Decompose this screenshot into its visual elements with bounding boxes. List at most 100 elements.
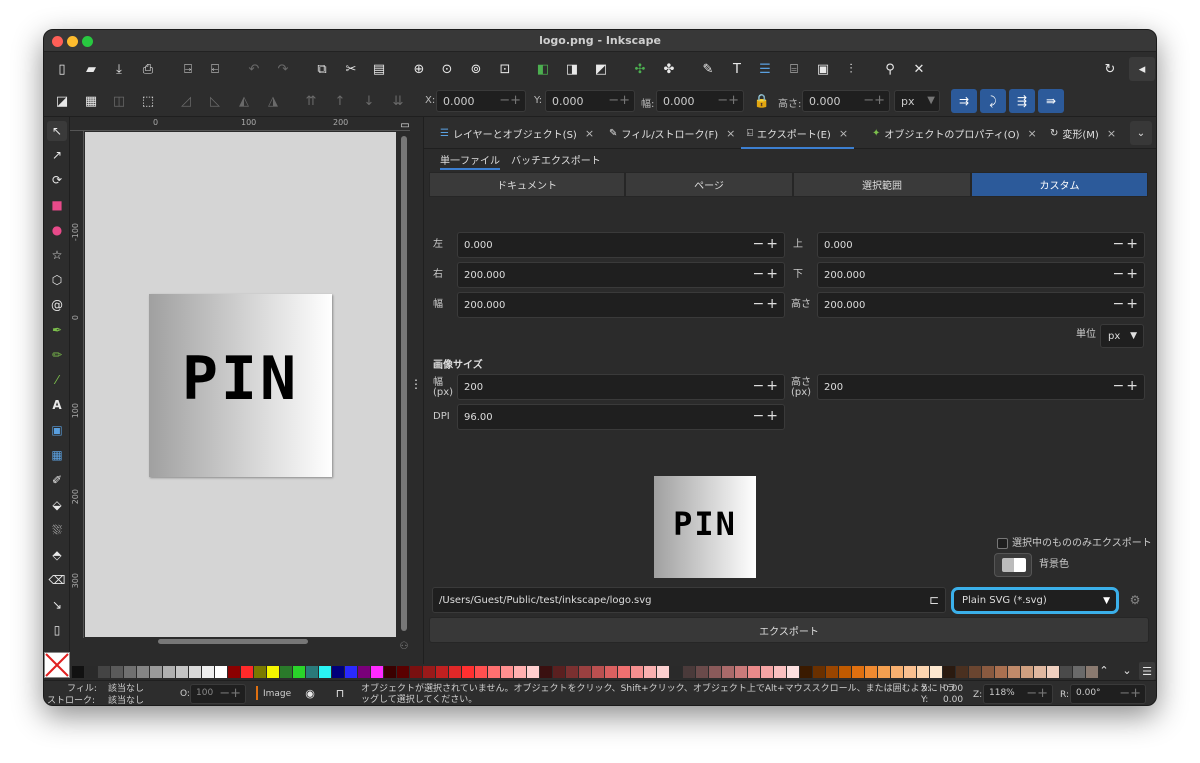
- text-tool-icon[interactable]: A: [47, 395, 67, 415]
- palette-swatch[interactable]: [462, 666, 474, 678]
- palette-swatch[interactable]: [72, 666, 84, 678]
- tab-layers-objects[interactable]: ☰ レイヤーとオブジェクト(S) ×: [440, 117, 594, 149]
- palette-swatch[interactable]: [1073, 666, 1085, 678]
- palette-swatch[interactable]: [371, 666, 383, 678]
- snap-menu-button[interactable]: ◂: [1129, 57, 1155, 81]
- raise-top-icon[interactable]: ⇈: [301, 91, 321, 111]
- palette-swatch[interactable]: [566, 666, 578, 678]
- palette-swatch[interactable]: [865, 666, 877, 678]
- snap-toggle-icon[interactable]: ↻: [1100, 59, 1120, 79]
- ellipse-tool-icon[interactable]: ●: [47, 220, 67, 240]
- export-path-field[interactable]: /Users/Guest/Public/test/inkscape/logo.s…: [432, 587, 946, 613]
- no-paint-swatch[interactable]: [44, 652, 70, 678]
- palette-swatch[interactable]: [293, 666, 305, 678]
- area-page-button[interactable]: ページ: [625, 172, 793, 197]
- palette-swatch[interactable]: [852, 666, 864, 678]
- clone-icon[interactable]: ◨: [562, 59, 582, 79]
- export-format-select[interactable]: Plain SVG (*.svg) ▼: [951, 587, 1119, 614]
- node-tool-icon[interactable]: ↗: [47, 145, 67, 165]
- palette-swatch[interactable]: [488, 666, 500, 678]
- palette-swatch[interactable]: [85, 666, 97, 678]
- palette-swatch[interactable]: [995, 666, 1007, 678]
- palette-swatch[interactable]: [683, 666, 695, 678]
- select-all-layers-icon[interactable]: ▦: [81, 91, 101, 111]
- palette-swatch[interactable]: [605, 666, 617, 678]
- palette-swatch[interactable]: [163, 666, 175, 678]
- paint-bucket-tool-icon[interactable]: ⬙: [47, 495, 67, 515]
- area-document-button[interactable]: ドキュメント: [429, 172, 625, 197]
- background-color-button[interactable]: [994, 553, 1032, 577]
- px-width-field[interactable]: 200 −+: [457, 374, 785, 400]
- close-icon[interactable]: ×: [585, 127, 594, 140]
- copy-icon[interactable]: ⧉: [312, 59, 332, 79]
- palette-swatch[interactable]: [176, 666, 188, 678]
- rotate-ccw-icon[interactable]: ◿: [176, 91, 196, 111]
- fill-value[interactable]: 該当なし: [108, 684, 144, 694]
- width-field[interactable]: 200.000 −+: [457, 292, 785, 318]
- unit-select[interactable]: px ▼: [894, 90, 940, 112]
- eye-icon[interactable]: ◉: [302, 685, 318, 701]
- current-layer[interactable]: Image: [263, 689, 291, 699]
- connector-tool-icon[interactable]: ↘: [47, 595, 67, 615]
- palette-swatch[interactable]: [696, 666, 708, 678]
- tab-export[interactable]: ⍇ エクスポート(E) ×: [741, 117, 855, 149]
- palette-menu-icon[interactable]: ☰: [1139, 662, 1155, 680]
- zoom-drawing-icon[interactable]: ⊙: [437, 59, 457, 79]
- dock-handle-icon[interactable]: ⋮: [410, 376, 422, 392]
- palette-swatch[interactable]: [137, 666, 149, 678]
- palette-swatch[interactable]: [618, 666, 630, 678]
- area-selection-button[interactable]: 選択範囲: [793, 172, 971, 197]
- pencil-tool-icon[interactable]: ✏: [47, 345, 67, 365]
- paste-icon[interactable]: ▤: [369, 59, 389, 79]
- top-field[interactable]: 0.000 −+: [817, 232, 1145, 258]
- export-settings-gear-icon[interactable]: ⚙: [1125, 590, 1145, 610]
- palette-swatch[interactable]: [436, 666, 448, 678]
- pages-tool-icon[interactable]: ▯: [47, 620, 67, 640]
- spiral-tool-icon[interactable]: @: [47, 295, 67, 315]
- folder-icon[interactable]: ⊏: [929, 593, 939, 607]
- export-unit-select[interactable]: px ▼: [1100, 324, 1144, 348]
- h-field[interactable]: 0.000 −+: [802, 90, 890, 112]
- mesh-tool-icon[interactable]: ▦: [47, 445, 67, 465]
- fill-stroke-icon[interactable]: ✎: [698, 59, 718, 79]
- height-field[interactable]: 200.000 −+: [817, 292, 1145, 318]
- scale-corners-button[interactable]: ⤸: [980, 89, 1006, 113]
- zoom-fit-icon[interactable]: ⊡: [495, 59, 515, 79]
- rotate-cw-icon[interactable]: ◺: [205, 91, 225, 111]
- dpi-field[interactable]: 96.00 −+: [457, 404, 785, 430]
- palette-swatch[interactable]: [735, 666, 747, 678]
- select-all-icon[interactable]: ◪: [52, 91, 72, 111]
- palette-swatch[interactable]: [761, 666, 773, 678]
- palette-swatch[interactable]: [1021, 666, 1033, 678]
- w-field[interactable]: 0.000 −+: [656, 90, 744, 112]
- palette-swatch[interactable]: [904, 666, 916, 678]
- zoom-field[interactable]: 118% −+: [983, 684, 1053, 704]
- save-icon[interactable]: ⤓: [109, 59, 129, 79]
- move-patterns-button[interactable]: ⇛: [1038, 89, 1064, 113]
- shape-builder-tool-icon[interactable]: ⬘: [47, 545, 67, 565]
- palette-swatch[interactable]: [943, 666, 955, 678]
- palette-swatch[interactable]: [709, 666, 721, 678]
- palette-swatch[interactable]: [657, 666, 669, 678]
- palette-swatch[interactable]: [111, 666, 123, 678]
- dropper-tool-icon[interactable]: ✐: [47, 470, 67, 490]
- text-font-icon[interactable]: T: [727, 59, 747, 79]
- deselect-icon[interactable]: ◫: [109, 91, 129, 111]
- lower-icon[interactable]: ↓: [359, 91, 379, 111]
- right-field[interactable]: 200.000 −+: [457, 262, 785, 288]
- palette-swatch[interactable]: [306, 666, 318, 678]
- selector-tool-icon[interactable]: ↖: [47, 121, 67, 141]
- flip-horizontal-icon[interactable]: ◭: [234, 91, 254, 111]
- flip-vertical-icon[interactable]: ◮: [263, 91, 283, 111]
- palette-swatch[interactable]: [514, 666, 526, 678]
- layers-icon[interactable]: ☰: [755, 59, 775, 79]
- palette-swatch[interactable]: [501, 666, 513, 678]
- canvas-horizontal-scrollbar[interactable]: [158, 639, 308, 644]
- palette-swatch[interactable]: [527, 666, 539, 678]
- palette-swatch[interactable]: [969, 666, 981, 678]
- palette-swatch[interactable]: [449, 666, 461, 678]
- tab-fill-stroke[interactable]: ✎ フィル/ストローク(F) ×: [609, 117, 735, 149]
- palette-swatch[interactable]: [384, 666, 396, 678]
- palette-swatch[interactable]: [150, 666, 162, 678]
- unlink-clone-icon[interactable]: ◩: [591, 59, 611, 79]
